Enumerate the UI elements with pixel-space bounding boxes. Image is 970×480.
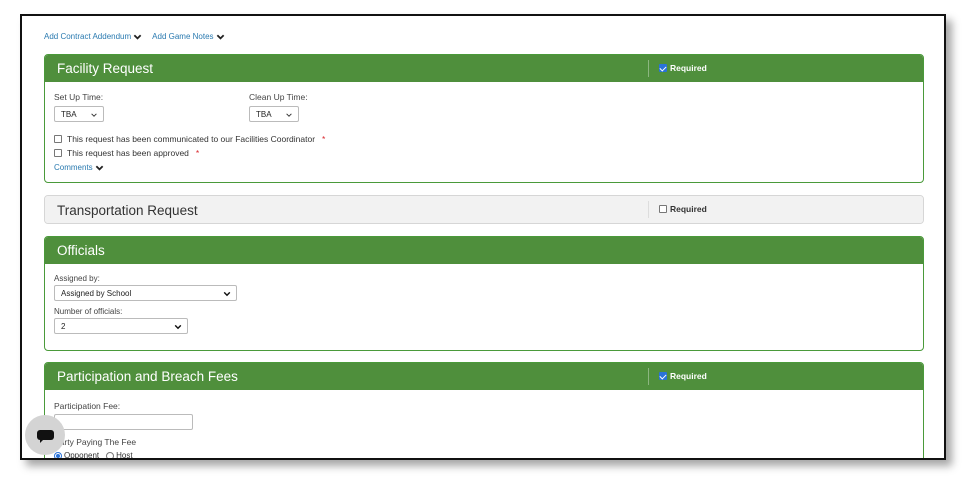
officials-header: Officials — [45, 237, 923, 264]
comments-link[interactable]: Comments — [54, 163, 104, 172]
cleanup-time-select[interactable]: TBA — [249, 106, 299, 122]
request-approved-checkbox[interactable] — [54, 149, 62, 157]
request-approved-row[interactable]: This request has been approved * — [54, 148, 199, 158]
setup-time-label: Set Up Time: — [54, 92, 104, 102]
cleanup-time-label: Clean Up Time: — [249, 92, 308, 102]
opponent-label: Opponent — [64, 451, 100, 460]
assigned-by-value: Assigned by School — [61, 288, 132, 298]
opponent-radio-option[interactable]: Opponent — [54, 451, 100, 460]
chevron-down-icon — [95, 165, 103, 171]
request-approved-label: This request has been approved — [67, 148, 189, 158]
required-checkbox[interactable] — [659, 64, 667, 72]
participation-fees-body: Participation Fee: Party Paying The Fee … — [45, 390, 923, 460]
required-checkbox[interactable] — [659, 372, 667, 380]
form-content: Add Contract Addendum Add Game Notes Fac… — [22, 16, 944, 458]
participation-fees-panel: Participation and Breach Fees Required P… — [44, 362, 924, 460]
header-divider — [648, 201, 649, 218]
required-star: * — [322, 134, 326, 144]
app-window: Add Contract Addendum Add Game Notes Fac… — [20, 14, 946, 460]
assigned-by-group: Assigned by: Assigned by School — [54, 274, 237, 301]
party-paying-label: Party Paying The Fee — [54, 437, 137, 447]
facility-request-body: Set Up Time: TBA Clean Up Time: TBA This… — [45, 82, 923, 182]
panel-title: Facility Request — [57, 61, 154, 76]
header-divider — [648, 60, 649, 77]
transportation-request-panel: Transportation Request Required — [44, 195, 924, 224]
transportation-required-toggle[interactable]: Required — [659, 204, 707, 214]
header-divider — [648, 368, 649, 385]
facilities-communicated-row[interactable]: This request has been communicated to ou… — [54, 134, 325, 144]
required-checkbox[interactable] — [659, 205, 667, 213]
chat-icon — [36, 430, 54, 443]
chevron-down-icon — [286, 113, 292, 117]
chat-launcher-button[interactable] — [25, 415, 65, 455]
required-star: * — [195, 148, 200, 158]
add-game-notes-label: Add Game Notes — [152, 32, 214, 41]
top-links: Add Contract Addendum Add Game Notes — [44, 32, 225, 41]
assigned-by-label: Assigned by: — [54, 274, 100, 283]
panel-title: Transportation Request — [57, 202, 198, 218]
required-label: Required — [670, 204, 707, 214]
assigned-by-select[interactable]: Assigned by School — [54, 285, 237, 301]
setup-time-select[interactable]: TBA — [54, 106, 104, 122]
add-game-notes-link[interactable]: Add Game Notes — [152, 32, 224, 41]
chevron-down-icon — [216, 34, 224, 40]
number-of-officials-select[interactable]: 2 — [54, 318, 188, 334]
facility-required-toggle[interactable]: Required — [659, 63, 707, 73]
number-of-officials-value: 2 — [61, 321, 66, 331]
chevron-down-icon — [174, 324, 182, 330]
required-label: Required — [670, 63, 707, 73]
chevron-down-icon — [133, 34, 142, 40]
host-label: Host — [116, 451, 133, 460]
transportation-request-header[interactable]: Transportation Request Required — [45, 196, 923, 223]
host-radio[interactable] — [106, 451, 115, 458]
facilities-communicated-label: This request has been communicated to ou… — [67, 134, 316, 144]
panel-title: Participation and Breach Fees — [57, 369, 238, 384]
participation-fee-input[interactable] — [54, 414, 193, 430]
number-of-officials-group: Number of officials: 2 — [54, 307, 188, 334]
cleanup-time-group: Clean Up Time: TBA — [249, 92, 308, 122]
add-contract-addendum-link[interactable]: Add Contract Addendum — [44, 32, 142, 41]
officials-panel: Officials Assigned by: Assigned by Schoo… — [44, 236, 924, 351]
number-of-officials-label: Number of officials: — [54, 307, 123, 316]
fees-required-toggle[interactable]: Required — [659, 371, 707, 381]
host-radio-option[interactable]: Host — [106, 451, 133, 460]
comments-label: Comments — [54, 163, 93, 172]
required-label: Required — [670, 371, 707, 381]
chevron-down-icon — [91, 113, 97, 117]
add-contract-addendum-label: Add Contract Addendum — [44, 32, 132, 41]
setup-time-group: Set Up Time: TBA — [54, 92, 104, 122]
setup-time-value: TBA — [61, 109, 77, 119]
cleanup-time-value: TBA — [256, 109, 272, 119]
officials-body: Assigned by: Assigned by School Number o… — [45, 264, 923, 350]
panel-title: Officials — [57, 243, 105, 258]
opponent-radio[interactable] — [54, 451, 62, 458]
facility-request-header: Facility Request Required — [45, 55, 923, 82]
facilities-communicated-checkbox[interactable] — [54, 135, 62, 143]
facility-request-panel: Facility Request Required Set Up Time: T… — [44, 54, 924, 183]
party-paying-radios: Opponent Host — [54, 451, 133, 460]
participation-fee-label: Participation Fee: — [54, 401, 121, 411]
participation-fees-header: Participation and Breach Fees Required — [45, 363, 923, 390]
chevron-down-icon — [223, 291, 231, 297]
